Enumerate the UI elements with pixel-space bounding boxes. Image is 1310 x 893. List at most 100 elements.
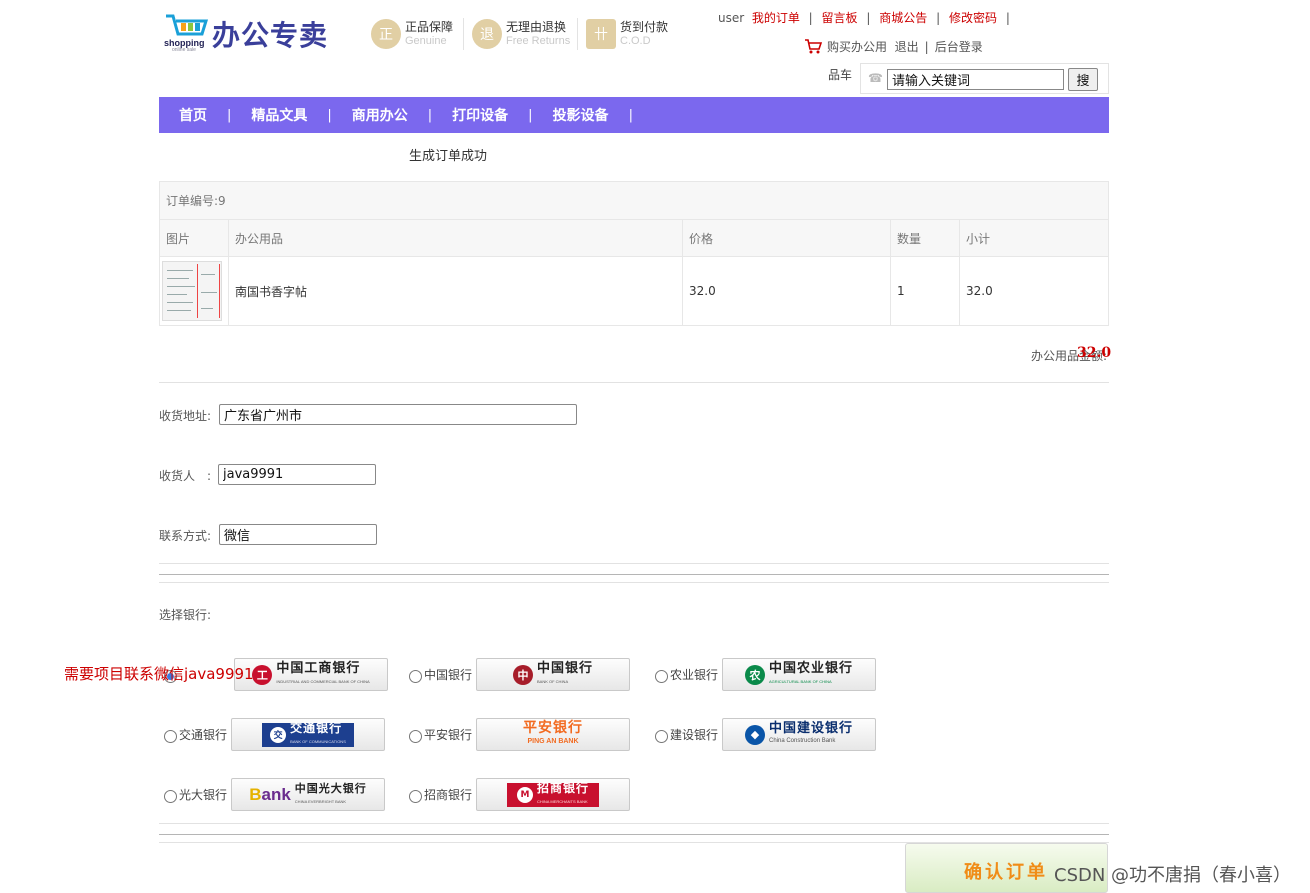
cmb-logo[interactable]: M 招商银行 CHINA MERCHANTS BANK	[476, 778, 631, 811]
boc-logo-text: 中国银行	[537, 660, 594, 676]
main-nav: 首页 | 精品文具 | 商用办公 | 打印设备 | 投影设备 |	[159, 97, 1109, 133]
admin-login-link[interactable]: 后台登录	[935, 38, 983, 55]
bank-radio-ceb[interactable]	[164, 790, 177, 803]
bank-name-ceb: 光大银行	[179, 788, 228, 802]
success-message: 生成订单成功	[409, 149, 488, 164]
product-price: 32.0	[682, 256, 891, 326]
icbc-logo-en: INDUSTRIAL AND COMMERCIAL BANK OF CHINA	[276, 678, 370, 684]
abc-logo-en: AGRICULTURAL BANK OF CHINA	[769, 678, 832, 684]
logout-link[interactable]: 退出	[895, 38, 919, 55]
ccb-logo[interactable]: ◆ 中国建设银行 China Construction Bank	[722, 718, 877, 751]
bank-name-bocom: 交通银行	[179, 728, 228, 742]
product-thumbnail-cell	[159, 256, 229, 326]
nav-business-office[interactable]: 商用办公	[332, 105, 428, 125]
badge-returns-en: Free Returns	[506, 35, 571, 47]
cmb-mark-icon: M	[517, 786, 533, 803]
col-price: 价格	[682, 219, 891, 257]
divider	[159, 574, 1109, 575]
ccb-logo-text: 中国建设银行	[769, 720, 854, 736]
buy-office-link[interactable]: 购买办公用	[827, 38, 887, 55]
bank-option-abc: 农业银行 农 中国农业银行 AGRICULTURAL BANK OF CHINA	[655, 658, 877, 691]
bank-option-boc: 中国银行 中 中国银行 BANK OF CHINA	[409, 658, 631, 691]
pipe-separator: |	[936, 11, 941, 25]
bank-radio-pingan[interactable]	[409, 730, 422, 743]
ceb-logo-en: CHINA EVERBRIGHT BANK	[294, 798, 347, 804]
nav-projectors[interactable]: 投影设备	[533, 105, 629, 125]
boc-mark-icon: 中	[513, 664, 533, 685]
watermark: CSDN @功不唐捐（春小喜）	[1054, 865, 1292, 886]
nav-printers[interactable]: 打印设备	[432, 105, 528, 125]
boc-logo-en: BANK OF CHINA	[537, 678, 569, 684]
abc-mark-icon: 农	[745, 664, 765, 685]
ceb-logo[interactable]: Bank 中国光大银行 CHINA EVERBRIGHT BANK	[231, 778, 386, 811]
icbc-logo[interactable]: 工 中国工商银行 INDUSTRIAL AND COMMERCIAL BANK O…	[234, 658, 388, 691]
user-links: user 我的订单 | 留言板 | 商城公告 | 修改密码 |	[718, 9, 1015, 26]
receiver-field[interactable]	[218, 464, 376, 485]
bocom-logo-en: BANK OF COMMUNICATIONS	[290, 738, 346, 744]
boc-logo[interactable]: 中 中国银行 BANK OF CHINA	[476, 658, 631, 691]
badge-cod-en: C.O.D	[620, 35, 651, 47]
logo-subtitle: online sale	[172, 47, 196, 53]
search-button[interactable]: 搜	[1068, 68, 1098, 91]
cart-icon	[805, 39, 822, 54]
gift-box-icon: 卄	[586, 19, 616, 49]
cmb-logo-en: CHINA MERCHANTS BANK	[537, 798, 588, 804]
badge-divider	[463, 18, 464, 50]
bank-radio-abc[interactable]	[655, 670, 668, 683]
site-title: 办公专卖	[212, 19, 329, 52]
confirm-order-label: 确认订单	[964, 862, 1048, 883]
divider	[159, 823, 1109, 824]
col-quantity: 数量	[890, 219, 960, 257]
ccb-mark-icon: ◆	[745, 724, 765, 745]
bank-name-pingan: 平安银行	[424, 728, 473, 742]
address-field[interactable]	[219, 404, 577, 425]
badge-genuine-label: 正品保障	[405, 20, 454, 34]
icbc-mark-icon: 工	[252, 664, 273, 685]
announcements-link[interactable]: 商城公告	[879, 11, 927, 25]
contact-label: 联系方式:	[159, 529, 212, 543]
order-number-row: 订单编号:9	[159, 181, 1109, 220]
message-board-link[interactable]: 留言板	[822, 11, 858, 25]
abc-logo[interactable]: 农 中国农业银行 AGRICULTURAL BANK OF CHINA	[722, 658, 877, 691]
bocom-mark-icon: 交	[270, 726, 287, 743]
product-name[interactable]: 南国书香字帖	[228, 256, 683, 326]
bank-option-cmb: 招商银行 M 招商银行 CHINA MERCHANTS BANK	[409, 778, 631, 811]
cart-partial-label: 品车	[828, 68, 853, 82]
total-amount: 32.0	[1077, 345, 1112, 361]
bocom-logo-block: 交 交通银行 BANK OF COMMUNICATIONS	[262, 721, 354, 747]
product-thumbnail[interactable]	[162, 261, 222, 321]
badge-genuine: 正 正品保障 Genuine	[371, 15, 453, 53]
phone-icon: ☎	[868, 71, 883, 85]
ccb-logo-en: China Construction Bank	[769, 737, 836, 744]
change-password-link[interactable]: 修改密码	[949, 11, 997, 25]
order-table: 订单编号:9 图片 办公用品 价格 数量 小计 南国书香字帖 32.0 1 32…	[159, 181, 1109, 326]
my-orders-link[interactable]: 我的订单	[752, 11, 800, 25]
bank-radio-cmb[interactable]	[409, 790, 422, 803]
nav-home[interactable]: 首页	[159, 105, 227, 125]
bank-radio-bocom[interactable]	[164, 730, 177, 743]
bocom-logo[interactable]: 交 交通银行 BANK OF COMMUNICATIONS	[231, 718, 386, 751]
pingan-logo[interactable]: 平安银行 PING AN BANK	[476, 718, 631, 751]
ceb-bank-mark: Bank	[249, 784, 291, 804]
bank-name-ccb: 建设银行	[670, 728, 719, 742]
username: user	[718, 11, 745, 25]
table-header-row: 图片 办公用品 价格 数量 小计	[159, 219, 1109, 257]
contact-field[interactable]	[219, 524, 377, 545]
col-product: 办公用品	[228, 219, 683, 257]
order-number: 订单编号:9	[159, 181, 1109, 220]
bank-radio-boc[interactable]	[409, 670, 422, 683]
divider	[159, 563, 1109, 564]
pipe-separator: |	[924, 39, 929, 54]
bank-radio-ccb[interactable]	[655, 730, 668, 743]
divider	[159, 382, 1109, 383]
badge-returns-label: 无理由退换	[506, 20, 567, 34]
product-subtotal: 32.0	[959, 256, 1109, 326]
nav-stationery[interactable]: 精品文具	[231, 105, 327, 125]
genuine-icon: 正	[371, 19, 401, 49]
account-links: 购买办公用 退出 | 后台登录	[804, 38, 983, 55]
promo-overlay-text: 需要项目联系微信java9991	[64, 665, 254, 683]
col-image: 图片	[159, 219, 229, 257]
address-label: 收货地址:	[159, 409, 212, 423]
bank-option-ceb: 光大银行 Bank 中国光大银行 CHINA EVERBRIGHT BANK	[164, 778, 386, 811]
search-input[interactable]	[887, 69, 1064, 90]
